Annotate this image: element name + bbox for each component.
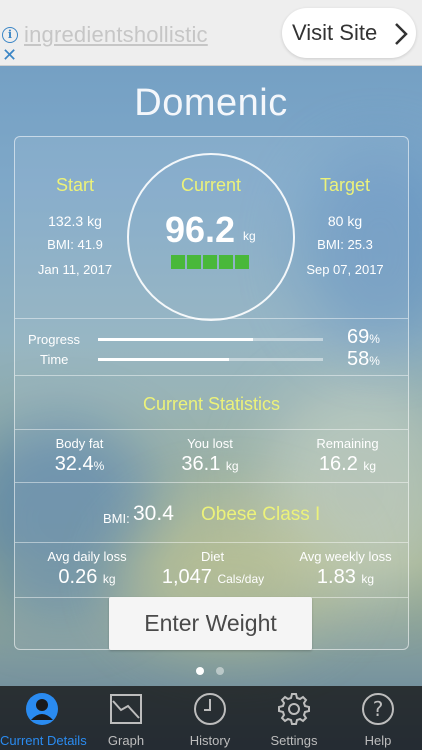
- current-title: Current: [180, 175, 242, 195]
- tab-graph[interactable]: Graph: [84, 686, 168, 750]
- bmi-class: Obese Class I: [201, 504, 321, 525]
- graph-icon: [110, 694, 142, 724]
- divider: [15, 318, 408, 319]
- details-card: Start 132.3 kg BMI: 41.9 Jan 11, 2017 Cu…: [14, 136, 409, 650]
- tab-settings[interactable]: Settings: [252, 686, 336, 750]
- tab-label: Graph: [107, 733, 145, 748]
- tab-label: Settings: [270, 733, 318, 748]
- visit-site-button[interactable]: Visit Site: [282, 8, 416, 58]
- progress-label: Progress: [28, 332, 81, 347]
- current-weight-unit: kg: [243, 229, 256, 243]
- target-date: Sep 07, 2017: [306, 262, 384, 277]
- avg-weekly-loss-label: Avg weekly loss: [299, 549, 392, 564]
- target-title: Target: [319, 175, 371, 195]
- tab-bar: Current Details Graph History Settings ?…: [0, 686, 422, 750]
- tab-history[interactable]: History: [168, 686, 252, 750]
- progress-block: [203, 255, 217, 269]
- time-bar-fill: [98, 358, 229, 361]
- divider: [15, 482, 408, 483]
- page-indicator[interactable]: [196, 667, 224, 675]
- close-icon[interactable]: ✕: [2, 46, 17, 64]
- body-fat-label: Body fat: [55, 436, 104, 451]
- visit-site-label: Visit Site: [292, 20, 378, 45]
- time-label: Time: [40, 352, 69, 367]
- help-icon: ?: [362, 693, 394, 725]
- progress-bar-fill: [98, 338, 254, 341]
- person-icon: [26, 693, 58, 725]
- current-statistics-title: Current Statistics: [142, 394, 281, 414]
- start-weight: 132.3 kg: [48, 213, 102, 229]
- remaining-label: Remaining: [316, 436, 379, 451]
- start-date: Jan 11, 2017: [37, 262, 113, 277]
- divider: [15, 542, 408, 543]
- page-dot[interactable]: [216, 667, 224, 675]
- bmi-label: BMI:: [103, 511, 130, 526]
- target-bmi: BMI: 25.3: [317, 237, 373, 252]
- ad-link-text[interactable]: ingredientshollistic: [24, 22, 208, 48]
- diet-label: Diet: [200, 549, 225, 564]
- time-bar-track: [98, 358, 323, 361]
- you-lost-label: You lost: [187, 436, 233, 451]
- body-fat-value: 32.4%: [54, 453, 105, 475]
- page-dot-active[interactable]: [196, 667, 204, 675]
- clock-icon: [194, 693, 226, 725]
- progress-block: [171, 255, 185, 269]
- profile-name: Domenic: [134, 82, 288, 124]
- avg-daily-loss-value: 0.26 kg: [58, 566, 116, 588]
- divider: [15, 429, 408, 430]
- tab-current-details[interactable]: Current Details: [0, 686, 87, 750]
- enter-weight-button[interactable]: Enter Weight: [109, 597, 312, 650]
- tab-label: History: [189, 733, 231, 748]
- chevron-right-icon: [395, 23, 408, 45]
- progress-block: [187, 255, 201, 269]
- progress-blocks: [171, 255, 249, 269]
- time-percent: 58%: [347, 348, 380, 370]
- start-bmi: BMI: 41.9: [47, 237, 103, 252]
- avg-weekly-loss-value: 1.83 kg: [316, 566, 375, 588]
- start-title: Start: [55, 175, 94, 195]
- diet-value: 1,047 Cals/day: [161, 566, 265, 588]
- tab-label: Current Details: [0, 733, 87, 748]
- ad-banner[interactable]: i ✕ ingredientshollistic Visit Site: [0, 0, 422, 66]
- progress-block: [235, 255, 249, 269]
- progress-percent: 69%: [347, 326, 380, 348]
- gear-icon: [278, 693, 310, 725]
- divider: [15, 375, 408, 376]
- you-lost-value: 36.1 kg: [181, 453, 239, 475]
- target-weight: 80 kg: [327, 213, 363, 229]
- tab-help[interactable]: ? Help: [336, 686, 420, 750]
- info-icon[interactable]: i: [2, 27, 18, 43]
- progress-block: [219, 255, 233, 269]
- svg-text:?: ?: [373, 697, 384, 721]
- bmi-value: 30.4: [133, 502, 174, 525]
- remaining-value: 16.2 kg: [318, 453, 377, 475]
- tab-label: Help: [364, 733, 392, 748]
- progress-bar-track: [98, 338, 323, 341]
- avg-daily-loss-label: Avg daily loss: [47, 549, 127, 564]
- current-weight-value: 96.2: [165, 209, 236, 250]
